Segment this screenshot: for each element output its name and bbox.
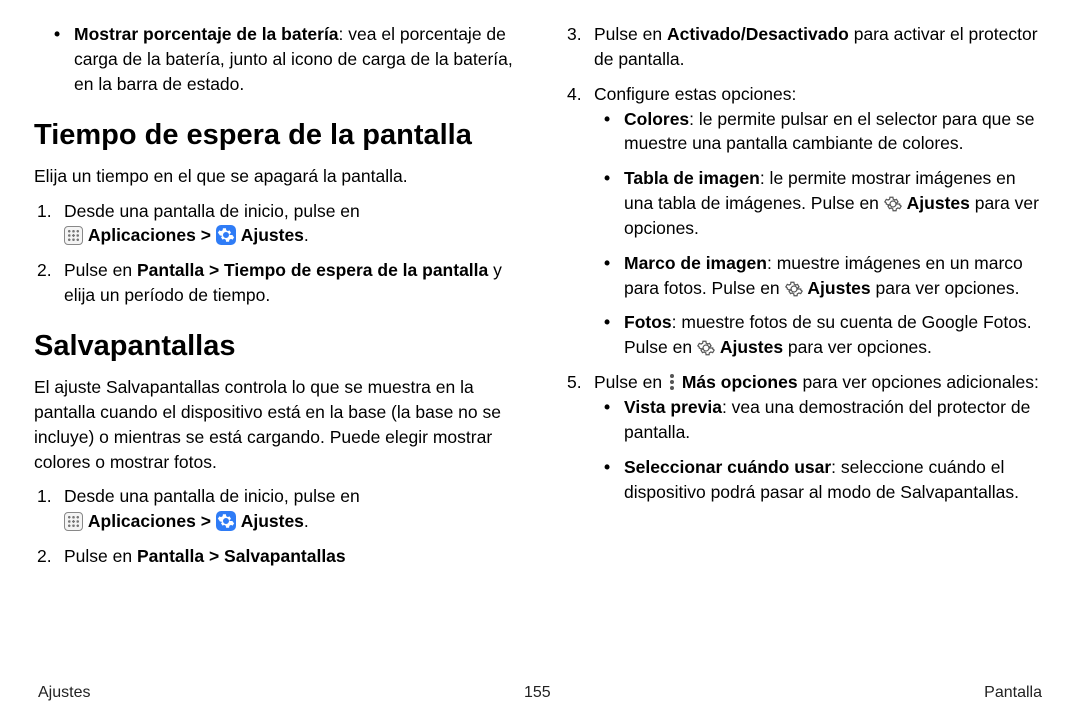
footer-left: Ajustes <box>38 684 90 702</box>
heading-screensaver: Salvapantallas <box>34 326 516 367</box>
timeout-step-2-b: Pantalla <box>137 260 204 280</box>
saver-step-4-text: Configure estas opciones: <box>594 84 796 104</box>
saver-step-2-c: > <box>204 546 224 566</box>
step-number: 1. <box>37 199 52 224</box>
more-options-list: Vista previa: vea una demostración del p… <box>594 395 1046 504</box>
period: . <box>304 225 309 245</box>
option-vista-previa: Vista previa: vea una demostración del p… <box>594 395 1046 445</box>
screen-timeout-intro: Elija un tiempo en el que se apagará la … <box>34 164 516 189</box>
saver-step-3-b: Activado/Desactivado <box>667 24 849 44</box>
option-colores: Colores: le permite pulsar en el selecto… <box>594 107 1046 157</box>
timeout-step-2-c: > <box>204 260 224 280</box>
step-number: 3. <box>567 22 582 47</box>
manual-page: Mostrar porcentaje de la batería: vea el… <box>0 0 1080 720</box>
option-fotos-desc2: para ver opciones. <box>783 337 932 357</box>
step-number: 2. <box>37 258 52 283</box>
settings-inline: Ajustes <box>807 278 870 298</box>
option-tabla-imagen: Tabla de imagen: le permite mostrar imág… <box>594 166 1046 241</box>
gear-icon <box>884 195 902 213</box>
step-number: 4. <box>567 82 582 107</box>
battery-percent-label: Mostrar porcentaje de la batería <box>74 24 339 44</box>
settings-inline: Ajustes <box>720 337 783 357</box>
screensaver-intro: El ajuste Salvapantallas controla lo que… <box>34 375 516 474</box>
saver-step-3: 3. Pulse en Activado/Desactivado para ac… <box>564 22 1046 72</box>
timeout-step-2-d: Tiempo de espera de la pantalla <box>224 260 488 280</box>
screensaver-steps-left: 1. Desde una pantalla de inicio, pulse e… <box>34 484 516 569</box>
option-colores-label: Colores <box>624 109 689 129</box>
apps-label: Aplicaciones <box>88 511 196 531</box>
option-tabla-label: Tabla de imagen <box>624 168 760 188</box>
saver-options: Colores: le permite pulsar en el selecto… <box>594 107 1046 361</box>
saver-step-5-c: para ver opciones adicionales: <box>798 372 1039 392</box>
option-fotos-label: Fotos <box>624 312 672 332</box>
option-marco-label: Marco de imagen <box>624 253 767 273</box>
footer-right: Pantalla <box>984 684 1042 702</box>
option-sel-label: Seleccionar cuándo usar <box>624 457 831 477</box>
saver-step-5-b: Más opciones <box>682 372 798 392</box>
saver-step-2-d: Salvapantallas <box>224 546 346 566</box>
battery-percent-bullet: Mostrar porcentaje de la batería: vea el… <box>34 22 516 97</box>
saver-step-2-b: Pantalla <box>137 546 204 566</box>
columns: Mostrar porcentaje de la batería: vea el… <box>34 22 1046 642</box>
option-fotos: Fotos: muestre fotos de su cuenta de Goo… <box>594 310 1046 360</box>
step-number: 2. <box>37 544 52 569</box>
settings-label: Ajustes <box>241 511 304 531</box>
option-marco-desc2: para ver opciones. <box>871 278 1020 298</box>
settings-blue-icon <box>216 225 236 245</box>
gear-icon <box>785 280 803 298</box>
saver-step-4: 4. Configure estas opciones: Colores: le… <box>564 82 1046 360</box>
breadcrumb-sep: > <box>201 225 216 245</box>
saver-step-5: 5. Pulse en Más opciones para ver opcion… <box>564 370 1046 504</box>
period: . <box>304 511 309 531</box>
saver-step-2: 2. Pulse en Pantalla > Salvapantallas <box>34 544 516 569</box>
more-options-icon <box>667 373 677 391</box>
timeout-step-1-text: Desde una pantalla de inicio, pulse en <box>64 201 360 221</box>
saver-step-5-a: Pulse en <box>594 372 667 392</box>
heading-screen-timeout: Tiempo de espera de la pantalla <box>34 115 516 156</box>
apps-icon <box>64 226 83 245</box>
timeout-step-2: 2. Pulse en Pantalla > Tiempo de espera … <box>34 258 516 308</box>
step-number: 1. <box>37 484 52 509</box>
saver-step-1-text: Desde una pantalla de inicio, pulse en <box>64 486 360 506</box>
right-column: 3. Pulse en Activado/Desactivado para ac… <box>564 22 1046 642</box>
timeout-step-2-a: Pulse en <box>64 260 137 280</box>
page-footer: Ajustes 155 Pantalla <box>34 684 1046 708</box>
apps-icon <box>64 512 83 531</box>
option-seleccionar-cuando: Seleccionar cuándo usar: seleccione cuán… <box>594 455 1046 505</box>
option-marco-imagen: Marco de imagen: muestre imágenes en un … <box>594 251 1046 301</box>
option-vista-label: Vista previa <box>624 397 722 417</box>
screen-timeout-steps: 1. Desde una pantalla de inicio, pulse e… <box>34 199 516 308</box>
step-number: 5. <box>567 370 582 395</box>
timeout-step-1: 1. Desde una pantalla de inicio, pulse e… <box>34 199 516 249</box>
gear-icon <box>697 339 715 357</box>
breadcrumb-sep: > <box>201 511 216 531</box>
settings-inline: Ajustes <box>907 193 970 213</box>
settings-blue-icon <box>216 511 236 531</box>
left-column: Mostrar porcentaje de la batería: vea el… <box>34 22 516 642</box>
saver-step-3-a: Pulse en <box>594 24 667 44</box>
saver-step-1: 1. Desde una pantalla de inicio, pulse e… <box>34 484 516 534</box>
battery-bullet-list: Mostrar porcentaje de la batería: vea el… <box>34 22 516 97</box>
footer-page-number: 155 <box>524 684 551 702</box>
apps-label: Aplicaciones <box>88 225 196 245</box>
settings-label: Ajustes <box>241 225 304 245</box>
screensaver-steps-right: 3. Pulse en Activado/Desactivado para ac… <box>564 22 1046 504</box>
saver-step-2-a: Pulse en <box>64 546 137 566</box>
